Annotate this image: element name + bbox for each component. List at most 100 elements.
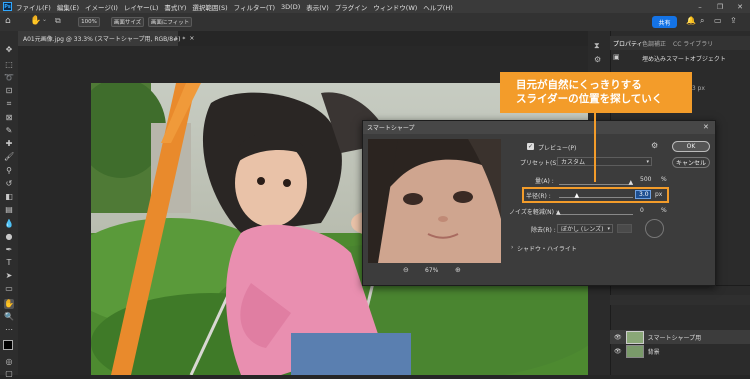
remove-value: ぼかし (レンズ)	[561, 226, 604, 233]
eye-icon[interactable]: 👁	[614, 334, 622, 341]
noise-slider-thumb[interactable]: ▲	[556, 209, 561, 216]
layer-thumbnail	[625, 330, 644, 344]
hand-tool-icon[interactable]: ✋	[4, 299, 14, 309]
noise-unit: %	[661, 207, 667, 214]
radius-slider-thumb[interactable]: ▲	[575, 192, 580, 199]
marquee-tool-icon[interactable]: ⬚	[4, 60, 14, 70]
gradient-tool-icon[interactable]: ▤	[4, 205, 14, 215]
clone-stamp-icon[interactable]: ⚲	[4, 166, 14, 176]
radius-input[interactable]: 3.0	[635, 190, 651, 199]
remove-label: 除去(R) :	[531, 227, 556, 234]
zoom-in-icon[interactable]: ⊕	[455, 266, 461, 274]
layer-name[interactable]: スマートシャープ用	[648, 333, 701, 342]
layer-thumbnail	[625, 344, 644, 358]
smart-sharpen-dialog: スマートシャープ ✕ ⊖ 67% ⊕ ✓ プレビュー(P) ⚙ OK キャンセル…	[362, 120, 716, 286]
menu-view[interactable]: 表示(V)	[306, 2, 329, 12]
amount-slider-thumb[interactable]: ▲	[629, 179, 634, 186]
close-tab-icon[interactable]: ×	[189, 35, 194, 42]
menu-filter[interactable]: フィルター(T)	[234, 2, 275, 12]
noise-track[interactable]	[559, 214, 633, 215]
menu-edit[interactable]: 編集(E)	[57, 2, 79, 12]
frame-tool-icon[interactable]: ⊠	[4, 113, 14, 123]
radius-track[interactable]	[559, 197, 633, 198]
history-icon[interactable]: ⧗	[594, 41, 600, 51]
menu-select[interactable]: 選択範囲(S)	[192, 2, 227, 12]
fill-screen-button[interactable]: 画面にフィット	[148, 17, 192, 27]
pen-tool-icon[interactable]: ✒	[4, 245, 14, 255]
chevron-down-icon[interactable]: ⌄	[42, 16, 47, 23]
noise-value[interactable]: 0	[640, 207, 644, 214]
hand-tool-icon[interactable]: ✋	[30, 16, 41, 26]
eyedropper-tool-icon[interactable]: ✎	[4, 126, 14, 136]
amount-value[interactable]: 500	[640, 176, 651, 183]
share-button[interactable]: 共有	[652, 16, 677, 28]
type-tool-icon[interactable]: T	[4, 258, 14, 268]
dodge-tool-icon[interactable]: ●	[4, 232, 14, 242]
object-select-tool-icon[interactable]: ⊡	[4, 86, 14, 96]
menu-3d[interactable]: 3D(D)	[281, 3, 300, 11]
adjust-icon[interactable]: ⚙	[594, 55, 601, 64]
fit-screen-button[interactable]: 画面サイズ	[111, 17, 144, 27]
zoom-100-button[interactable]: 100%	[78, 17, 100, 27]
search-icon[interactable]: ⌕	[700, 16, 704, 26]
brush-tool-icon[interactable]: 🖌	[4, 152, 14, 162]
preset-select[interactable]: カスタム ▾	[557, 157, 652, 166]
share-export-icon[interactable]: ⇪	[730, 16, 737, 25]
screen-mode-icon[interactable]: ▢	[4, 369, 14, 379]
gear-icon[interactable]: ⚙	[651, 141, 658, 150]
angle-dial[interactable]	[645, 219, 664, 238]
preview-label: プレビュー(P)	[538, 145, 577, 152]
workspace-icon[interactable]: ▭	[714, 16, 722, 25]
tab-cc-libraries[interactable]: CC ライブラリ	[673, 39, 713, 48]
rectangle-tool-icon[interactable]: ▭	[4, 284, 14, 294]
zoom-out-icon[interactable]: ⊖	[403, 266, 409, 274]
history-brush-icon[interactable]: ↺	[4, 179, 14, 189]
preset-value: カスタム	[561, 159, 586, 166]
preview-window[interactable]	[368, 139, 501, 263]
menu-image[interactable]: イメージ(I)	[85, 2, 118, 12]
menu-window[interactable]: ウィンドウ(W)	[373, 2, 417, 12]
amount-label: 量(A) :	[535, 178, 554, 185]
shadow-highlight-toggle[interactable]: シャドウ・ハイライト	[517, 244, 577, 253]
menu-plugins[interactable]: プラグイン	[335, 2, 368, 12]
angle-field[interactable]	[617, 224, 632, 233]
minimize-icon[interactable]: –	[690, 0, 710, 13]
menu-file[interactable]: ファイル(F)	[16, 2, 51, 12]
annotation-callout: 目元が自然にくっきりする スライダーの位置を探していく	[500, 72, 692, 113]
remove-select[interactable]: ぼかし (レンズ) ▾	[557, 224, 613, 233]
menu-help[interactable]: ヘルプ(H)	[423, 2, 452, 12]
cancel-button[interactable]: キャンセル	[672, 157, 710, 168]
chevron-right-icon[interactable]: ›	[511, 244, 513, 251]
close-icon[interactable]: ✕	[730, 0, 750, 13]
document-tab[interactable]: A01元画像.jpg @ 33.3% (スマートシャープ用, RGB/8#) *…	[18, 31, 194, 46]
tab-properties[interactable]: プロパティ	[613, 39, 643, 48]
lasso-tool-icon[interactable]: ➰	[4, 73, 14, 83]
quick-mask-icon[interactable]: ◎	[4, 357, 14, 367]
healing-brush-icon[interactable]: ✚	[4, 139, 14, 149]
move-tool-icon[interactable]: ✥	[4, 45, 14, 55]
amount-track[interactable]	[559, 184, 633, 185]
more-tools-icon[interactable]: ⋯	[4, 325, 14, 335]
blur-tool-icon[interactable]: 💧	[4, 219, 14, 229]
eye-icon[interactable]: 👁	[614, 348, 622, 355]
home-icon[interactable]: ⌂	[5, 16, 11, 26]
preview-checkbox[interactable]: ✓	[527, 143, 534, 150]
layer-row[interactable]: 👁 スマートシャープ用	[610, 330, 750, 344]
callout-line-2: スライダーの位置を探していく	[516, 93, 663, 105]
menu-type[interactable]: 書式(Y)	[164, 2, 186, 12]
crop-tool-icon[interactable]: ⌗	[4, 99, 14, 109]
path-select-icon[interactable]: ➤	[4, 271, 14, 281]
scroll-all-icon[interactable]: ⧉	[55, 16, 61, 26]
foreground-color-swatch[interactable]	[3, 340, 13, 350]
menu-layer[interactable]: レイヤー(L)	[124, 2, 159, 12]
tab-adjustments[interactable]: 色調補正	[642, 39, 666, 48]
zoom-tool-icon[interactable]: 🔍	[4, 312, 14, 322]
radius-unit: px	[655, 191, 663, 198]
eraser-tool-icon[interactable]: ◧	[4, 192, 14, 202]
close-icon[interactable]: ✕	[703, 123, 709, 131]
maximize-icon[interactable]: ❐	[710, 0, 730, 13]
layer-row[interactable]: 👁 背景	[610, 344, 750, 358]
layer-name[interactable]: 背景	[648, 347, 660, 356]
bell-icon[interactable]: 🔔	[686, 16, 696, 25]
ok-button[interactable]: OK	[672, 141, 710, 152]
